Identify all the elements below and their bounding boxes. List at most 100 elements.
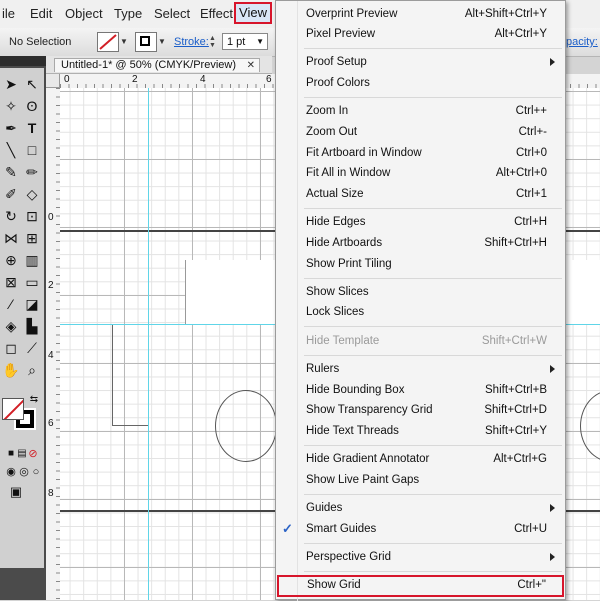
type-tool-icon[interactable]: T [22,118,42,138]
menu-item-show-live-paint-gaps[interactable]: Show Live Paint Gaps [276,470,565,490]
menu-item-hide-gradient-annotator[interactable]: Hide Gradient Annotator Alt+Ctrl+G [276,449,565,469]
menu-item-label: Hide Template [306,335,380,347]
blob-brush-tool-icon[interactable]: ✐ [1,184,21,204]
menu-item-label: Fit Artboard in Window [306,147,422,159]
menu-item-shortcut: Ctrl+1 [516,188,547,200]
menu-item-hide-bounding-box[interactable]: Hide Bounding Box Shift+Ctrl+B [276,380,565,400]
column-graph-tool-icon[interactable]: ▙ [22,316,42,336]
direct-selection-tool-icon[interactable]: ↖ [22,74,42,94]
white-rectangle-shape-right[interactable] [565,260,600,324]
vertical-guide[interactable] [148,88,149,600]
opacity-link[interactable]: pacity: [566,36,598,48]
rotate-tool-icon[interactable]: ↻ [1,206,21,226]
menu-item-actual-size[interactable]: Actual Size Ctrl+1 [276,184,565,204]
menu-item-proof-setup[interactable]: Proof Setup [276,52,565,72]
stroke-weight-dropdown-icon[interactable]: ▼ [256,34,264,50]
swap-fill-stroke-icon[interactable]: ⇆ [24,390,44,410]
menu-item-hide-text-threads[interactable]: Hide Text Threads Shift+Ctrl+Y [276,421,565,441]
line-tool-icon[interactable]: ╲ [1,140,21,160]
menu-item-show-print-tiling[interactable]: Show Print Tiling [276,254,565,274]
shape-builder-tool-icon[interactable]: ⊕ [1,250,21,270]
menu-item-zoom-out[interactable]: Zoom Out Ctrl+- [276,122,565,142]
menu-item-shortcut: Ctrl++ [515,105,547,117]
menu-edit[interactable]: Edit [30,6,52,21]
menu-item-overprint-preview[interactable]: Overprint Preview Alt+Shift+Ctrl+Y [276,4,565,24]
pen-tool-icon[interactable]: ✒ [1,118,21,138]
selection-tool-icon[interactable]: ➤ [1,74,21,94]
symbol-sprayer-tool-icon[interactable]: ◈ [1,316,21,336]
paintbrush-tool-icon[interactable]: ✎ [1,162,21,182]
menu-item-show-grid[interactable]: Show Grid Ctrl+" [277,575,564,597]
menu-item-label: Hide Artboards [306,237,383,249]
stroke-stepper-icon[interactable]: ▲ ▼ [209,35,217,49]
menu-item-guides[interactable]: Guides [276,498,565,518]
menu-file[interactable]: ile [2,6,15,21]
menu-item-label: Show Print Tiling [306,258,392,270]
menu-item-fit-all[interactable]: Fit All in Window Alt+Ctrl+0 [276,163,565,183]
eraser-tool-icon[interactable]: ◇ [22,184,42,204]
ruler-origin[interactable] [46,74,60,88]
checkmark-icon: ✓ [282,521,293,536]
tools-panel-header[interactable] [0,56,46,66]
blend-tool-icon[interactable]: ◪ [22,294,42,314]
free-transform-tool-icon[interactable]: ⊞ [22,228,42,248]
menu-item-shortcut: Alt+Ctrl+Y [494,28,547,40]
tools-panel: ➤ ↖ ✧ ʘ ✒ T ╲ □ ✎ ✏ ✐ ◇ ↻ ⊡ ⋈ ⊞ ⊕ ▥ ⊠ ▭ … [0,56,46,600]
document-tab[interactable]: Untitled-1* @ 50% (CMYK/Preview) ✕ [54,58,260,72]
menu-select[interactable]: Select [154,6,190,21]
perspective-grid-tool-icon[interactable]: ▥ [22,250,42,270]
arc-shape[interactable] [215,390,277,462]
menu-item-shortcut: Alt+Shift+Ctrl+Y [464,8,547,20]
draw-inside-icon[interactable]: ○ [26,462,46,482]
none-mode-icon[interactable]: ⊘ [23,444,43,464]
ruler-label: 4 [200,74,206,85]
menu-item-show-slices[interactable]: Show Slices [276,282,565,302]
menu-item-rulers[interactable]: Rulers [276,359,565,379]
menu-object[interactable]: Object [65,6,103,21]
ruler-label: 4 [48,350,54,361]
menu-type[interactable]: Type [114,6,142,21]
slice-tool-icon[interactable]: ⟋ [22,338,42,358]
fill-dropdown-arrow-icon[interactable]: ▼ [120,37,128,46]
mesh-tool-icon[interactable]: ⊠ [1,272,21,292]
menu-effect[interactable]: Effect [200,6,233,21]
stroke-panel-link[interactable]: Stroke: [174,36,209,48]
stroke-swatch[interactable] [135,32,157,52]
menu-item-hide-edges[interactable]: Hide Edges Ctrl+H [276,212,565,232]
menu-item-zoom-in[interactable]: Zoom In Ctrl++ [276,101,565,121]
hand-tool-icon[interactable]: ✋ [1,360,21,380]
rectangle-tool-icon[interactable]: □ [22,140,42,160]
artboard-tool-icon[interactable]: ◻ [1,338,21,358]
close-icon[interactable]: ✕ [247,59,255,72]
white-rectangle-shape[interactable] [185,260,276,324]
submenu-arrow-icon [550,58,555,66]
vertical-ruler[interactable]: 0 2 4 6 8 [46,88,61,600]
menu-item-fit-artboard[interactable]: Fit Artboard in Window Ctrl+0 [276,143,565,163]
menu-item-smart-guides[interactable]: ✓ Smart Guides Ctrl+U [276,519,565,539]
view-menu-dropdown: Overprint Preview Alt+Shift+Ctrl+Y Pixel… [275,0,566,601]
eyedropper-tool-icon[interactable]: ⁄ [1,294,21,314]
menu-item-proof-colors[interactable]: Proof Colors [276,73,565,93]
fill-swatch[interactable] [97,32,119,52]
fill-box-icon[interactable] [2,398,24,420]
stroke-weight-field[interactable]: 1 pt ▼ [222,33,268,50]
menu-view[interactable]: View [234,2,272,24]
width-tool-icon[interactable]: ⋈ [1,228,21,248]
menu-item-perspective-grid[interactable]: Perspective Grid [276,547,565,567]
menu-item-hide-artboards[interactable]: Hide Artboards Shift+Ctrl+H [276,233,565,253]
screen-mode-icon[interactable]: ▣ [6,482,26,502]
rectangle-outline-shape[interactable] [112,324,149,426]
menu-item-label: Proof Colors [306,77,370,89]
menu-item-shortcut: Ctrl+0 [516,147,547,159]
magic-wand-tool-icon[interactable]: ✧ [1,96,21,116]
scale-tool-icon[interactable]: ⊡ [22,206,42,226]
menu-item-pixel-preview[interactable]: Pixel Preview Alt+Ctrl+Y [276,24,565,44]
stroke-dropdown-arrow-icon[interactable]: ▼ [158,37,166,46]
pencil-tool-icon[interactable]: ✏ [22,162,42,182]
gradient-tool-icon[interactable]: ▭ [22,272,42,292]
lasso-tool-icon[interactable]: ʘ [22,96,42,116]
menu-item-shortcut: Alt+Ctrl+G [493,453,547,465]
menu-item-show-transparency-grid[interactable]: Show Transparency Grid Shift+Ctrl+D [276,400,565,420]
zoom-tool-icon[interactable]: ⌕ [22,360,42,380]
menu-item-lock-slices[interactable]: Lock Slices [276,302,565,322]
